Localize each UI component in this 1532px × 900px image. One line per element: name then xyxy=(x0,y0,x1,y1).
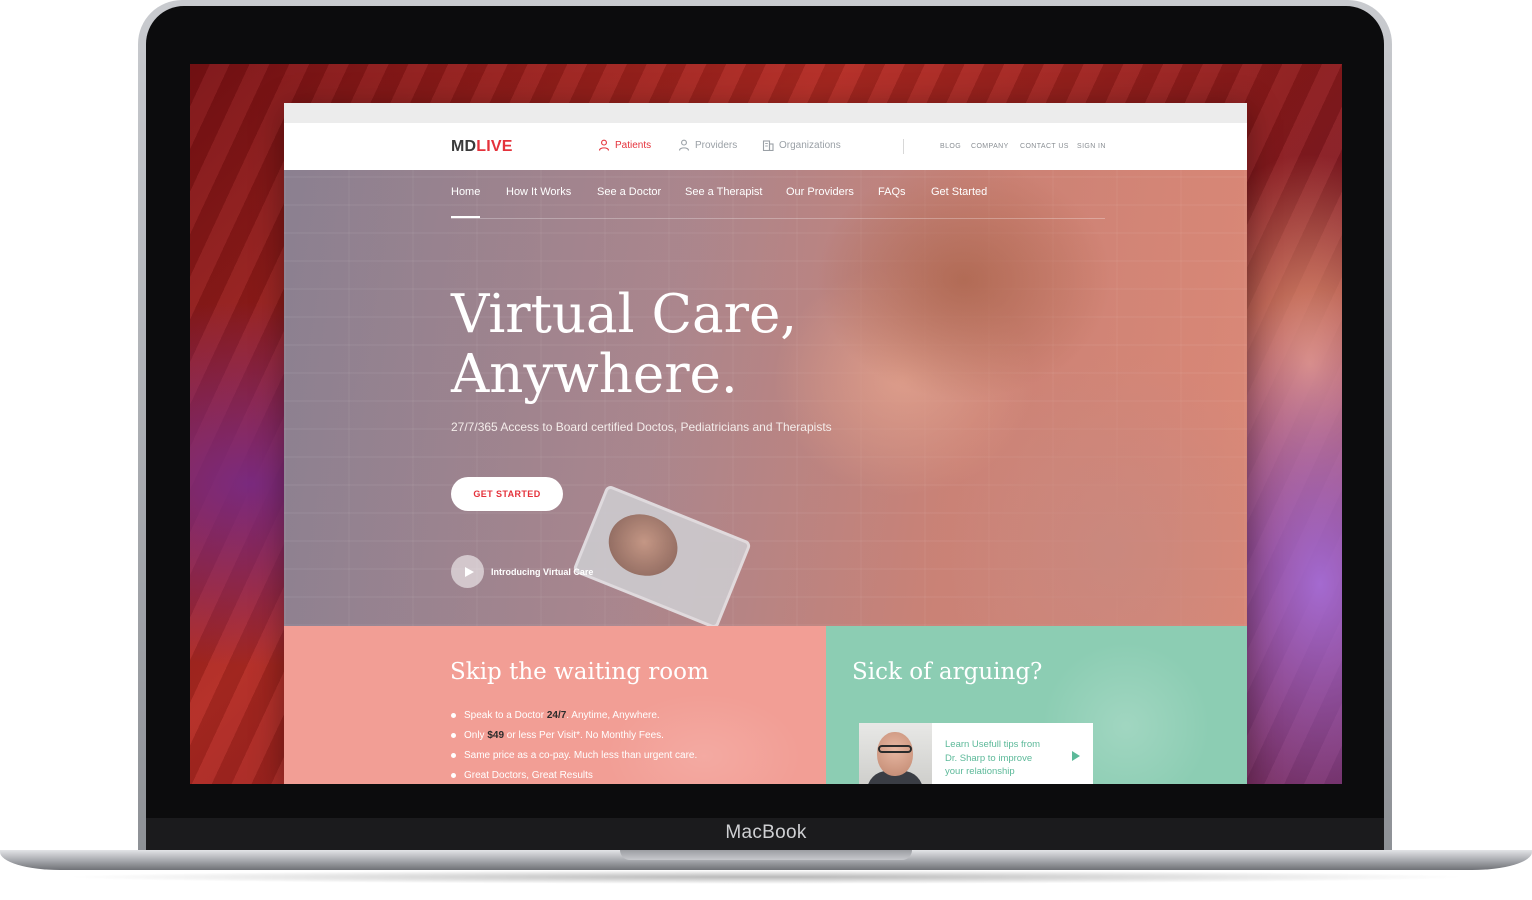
blog-link[interactable]: BLOG xyxy=(940,143,961,150)
subnav-home[interactable]: Home xyxy=(451,186,480,198)
video-label: Introducing Virtual Care xyxy=(491,566,594,577)
sub-navigation: Home How It Works See a Doctor See a The… xyxy=(451,170,1105,219)
hero-title: Virtual Care, Anywhere. xyxy=(451,285,1011,405)
skip-waiting-card: Skip the waiting room Speak to a Doctor … xyxy=(284,626,826,784)
mdlive-logo[interactable]: MDLIVE xyxy=(451,138,513,156)
header-divider xyxy=(903,139,904,154)
browser-toolbar xyxy=(284,103,1247,123)
audience-tab-label: Organizations xyxy=(779,139,841,151)
audience-tab-label: Patients xyxy=(615,139,652,151)
logo-md: MD xyxy=(451,138,477,155)
audience-tab-providers[interactable]: Providers xyxy=(678,139,737,151)
benefit-list: Speak to a Doctor 24/7. Anytime, Anywher… xyxy=(451,706,697,784)
laptop-shadow xyxy=(60,870,1472,884)
subnav-see-a-therapist[interactable]: See a Therapist xyxy=(685,186,762,198)
desktop-wallpaper: MDLIVE Patients Providers Organizations … xyxy=(190,64,1342,784)
list-item: Only $49 or less Per Visit*. No Monthly … xyxy=(451,726,697,746)
intro-video-link[interactable]: Introducing Virtual Care xyxy=(451,555,593,588)
hero-section: Home How It Works See a Doctor See a The… xyxy=(284,170,1247,626)
hero-subtitle: 27/7/365 Access to Board certified Docto… xyxy=(451,420,832,434)
audience-tab-organizations[interactable]: Organizations xyxy=(762,139,841,151)
browser-window: MDLIVE Patients Providers Organizations … xyxy=(284,103,1247,784)
laptop-hinge-notch xyxy=(620,850,912,860)
doctor-photo xyxy=(859,723,932,784)
tablet-video-face xyxy=(599,504,687,586)
person-icon xyxy=(678,139,690,151)
sick-of-arguing-title: Sick of arguing? xyxy=(852,659,1043,685)
play-button[interactable] xyxy=(451,555,484,588)
subnav-active-indicator xyxy=(451,216,480,218)
contact-us-link[interactable]: CONTACT US xyxy=(1020,143,1069,150)
company-link[interactable]: COMPANY xyxy=(971,143,1009,150)
subnav-get-started[interactable]: Get Started xyxy=(931,186,987,198)
logo-live: LIVE xyxy=(476,138,513,155)
subnav-faqs[interactable]: FAQs xyxy=(878,186,906,198)
doctor-head xyxy=(877,732,913,776)
get-started-button[interactable]: GET STARTED xyxy=(451,477,563,511)
sick-of-arguing-card: Sick of arguing? Learn Usefull tips from… xyxy=(826,626,1247,784)
tip-text: Learn Usefull tips from Dr. Sharp to imp… xyxy=(945,739,1041,777)
audience-tab-label: Providers xyxy=(695,139,738,151)
subnav-see-a-doctor[interactable]: See a Doctor xyxy=(597,186,661,198)
list-item: Great Doctors, Great Results xyxy=(451,766,697,784)
hero-title-line1: Virtual Care, xyxy=(451,284,798,345)
hero-title-line2: Anywhere. xyxy=(451,344,738,405)
subnav-how-it-works[interactable]: How It Works xyxy=(506,186,571,198)
person-icon xyxy=(598,139,610,151)
audience-tab-patients[interactable]: Patients xyxy=(598,139,651,151)
doctor-tip-card[interactable]: Learn Usefull tips from Dr. Sharp to imp… xyxy=(859,723,1093,784)
play-icon xyxy=(464,566,474,577)
play-arrow-icon[interactable] xyxy=(1071,751,1081,761)
subnav-our-providers[interactable]: Our Providers xyxy=(786,186,854,198)
list-item: Speak to a Doctor 24/7. Anytime, Anywher… xyxy=(451,706,697,726)
doctor-glasses xyxy=(878,745,912,753)
skip-waiting-title: Skip the waiting room xyxy=(450,659,709,685)
list-item: Same price as a co-pay. Much less than u… xyxy=(451,746,697,766)
sign-in-link[interactable]: SIGN IN xyxy=(1077,143,1106,150)
building-icon xyxy=(762,140,774,151)
site-header: MDLIVE Patients Providers Organizations … xyxy=(284,123,1247,170)
laptop-brand-label: MacBook xyxy=(725,822,807,843)
